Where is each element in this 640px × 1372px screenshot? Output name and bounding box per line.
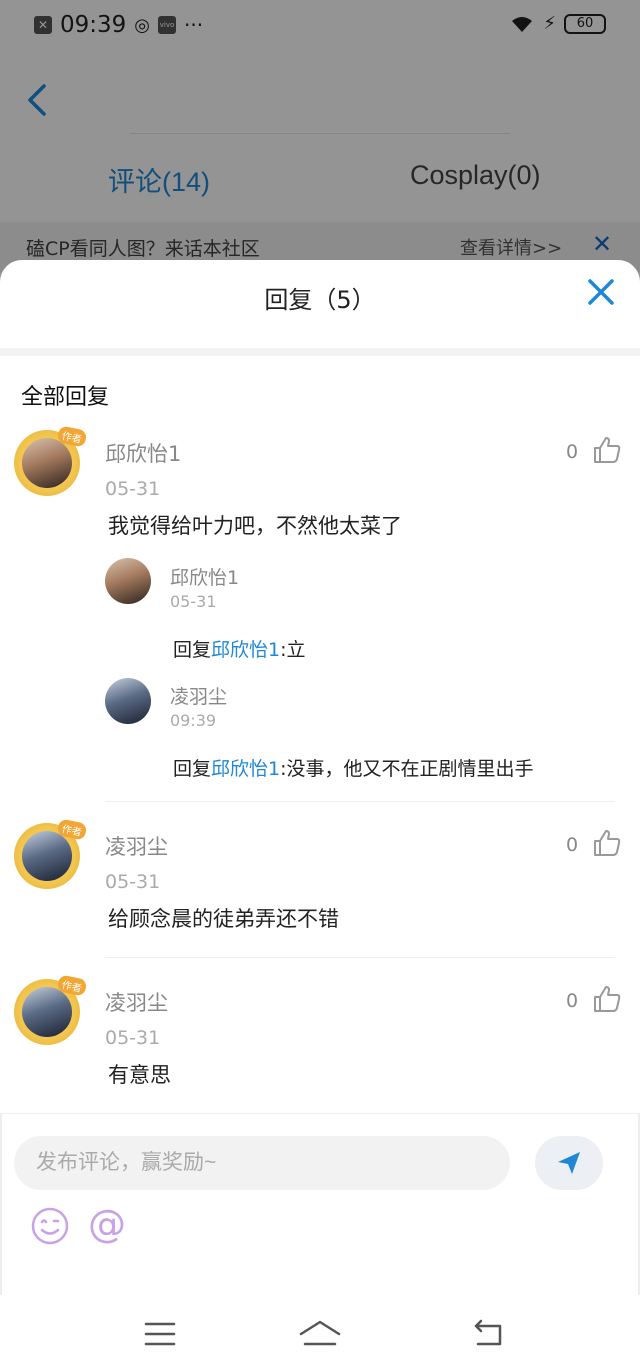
mention-button[interactable]: @ (88, 1202, 126, 1246)
reply-date: 05-31 (170, 592, 217, 611)
sheet-title: 回复（5） (264, 286, 376, 314)
like-count: 0 (566, 990, 579, 1012)
comment-username[interactable]: 凌羽尘 (105, 987, 168, 1017)
reply-avatar[interactable] (105, 678, 151, 724)
background-page: ✕ 09:39 ◎ vivo ··· ⚡ 60 评论(14) Cosplay(0… (0, 0, 640, 300)
section-label: 全部回复 (21, 385, 110, 410)
comment-content[interactable]: 我觉得给叶力吧，不然他太菜了 (108, 510, 402, 540)
reply-text: :立 (280, 639, 306, 661)
thumbs-up-icon[interactable] (592, 828, 622, 858)
thumbs-up-icon[interactable] (592, 435, 622, 465)
reply-text: :没事，他又不在正剧情里出手 (280, 758, 534, 780)
reply-date: 09:39 (170, 711, 217, 730)
reply-prefix: 回复 (173, 758, 212, 780)
comment-content[interactable]: 有意思 (108, 1059, 171, 1089)
reply-username[interactable]: 邱欣怡1 (170, 563, 239, 590)
comment-content[interactable]: 给顾念晨的徒弟弄还不错 (108, 903, 339, 933)
comment-composer: @ (0, 1113, 640, 1295)
comment-item: 作者 凌羽尘 05-31 给顾念晨的徒弟弄还不错 0 (0, 818, 640, 953)
avatar[interactable]: 作者 (14, 818, 88, 889)
comment-date: 05-31 (105, 478, 161, 500)
comment-date: 05-31 (105, 1027, 161, 1049)
close-icon[interactable] (585, 276, 617, 308)
reply-avatar[interactable] (105, 558, 151, 604)
system-navigation-bar (0, 1296, 640, 1372)
comment-input[interactable] (14, 1136, 510, 1190)
back-icon[interactable] (470, 1316, 506, 1352)
emoji-icon[interactable] (30, 1206, 70, 1246)
comment-username[interactable]: 邱欣怡1 (105, 438, 181, 468)
thumbs-up-icon[interactable] (592, 984, 622, 1014)
comment-divider (105, 957, 615, 958)
send-button[interactable] (535, 1136, 603, 1190)
comment-date: 05-31 (105, 871, 161, 893)
reply-content[interactable]: 回复邱欣怡1:没事，他又不在正剧情里出手 (173, 754, 534, 781)
send-icon (558, 1152, 580, 1174)
avatar[interactable]: 作者 (14, 974, 88, 1045)
reply-content[interactable]: 回复邱欣怡1:立 (173, 635, 306, 662)
reply-mention[interactable]: 邱欣怡1 (211, 758, 280, 780)
menu-icon[interactable] (142, 1316, 178, 1352)
modal-overlay[interactable] (0, 0, 640, 300)
comment-item: 作者 邱欣怡1 05-31 我觉得给叶力吧，不然他太菜了 0 邱欣怡1 05-3… (0, 425, 640, 800)
comment-divider (105, 801, 615, 802)
comment-username[interactable]: 凌羽尘 (105, 831, 168, 861)
reply-mention[interactable]: 邱欣怡1 (211, 639, 280, 661)
section-separator (0, 348, 640, 356)
avatar[interactable]: 作者 (14, 425, 88, 496)
reply-username[interactable]: 凌羽尘 (170, 682, 227, 709)
like-count: 0 (566, 441, 579, 463)
like-count: 0 (566, 834, 579, 856)
comment-item: 作者 凌羽尘 05-31 有意思 0 (0, 974, 640, 1109)
home-icon[interactable] (298, 1316, 342, 1352)
reply-prefix: 回复 (173, 639, 212, 661)
